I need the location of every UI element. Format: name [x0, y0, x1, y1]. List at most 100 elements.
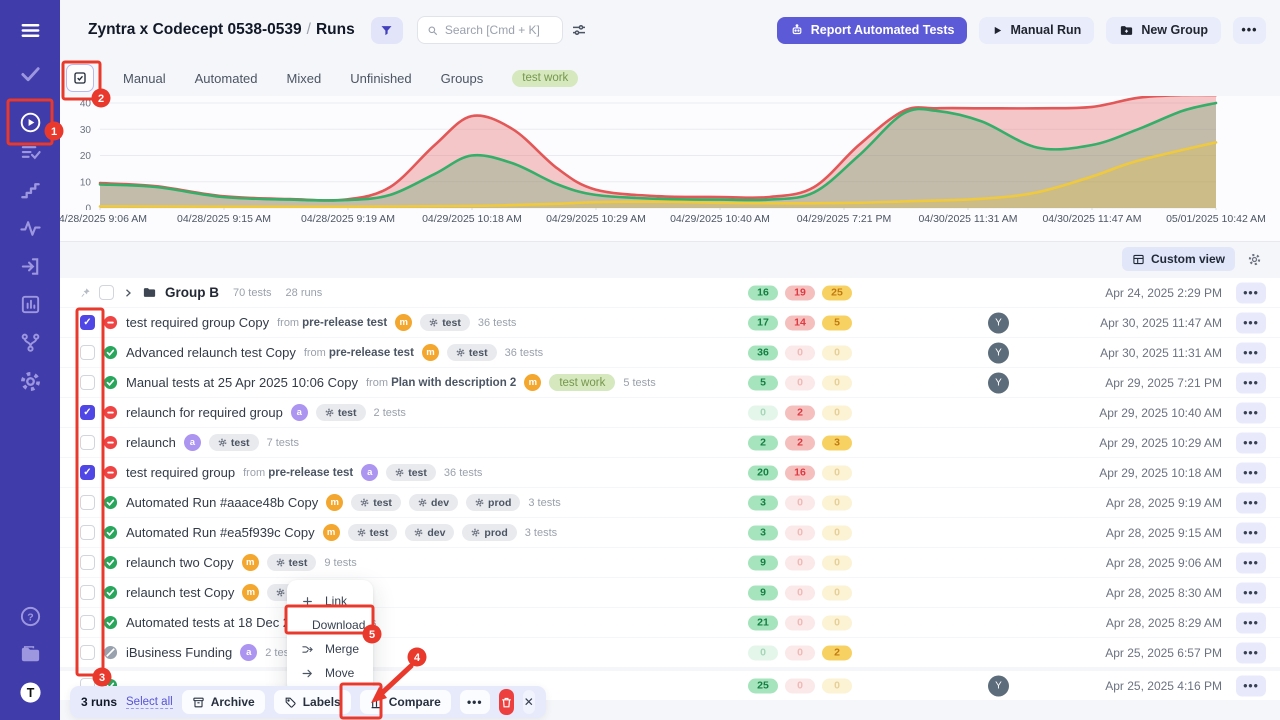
sidebar-item-list-check-icon[interactable] — [12, 134, 48, 170]
row-more-button[interactable]: ••• — [1236, 612, 1266, 633]
group-row[interactable]: Group B70 tests28 runs161925Apr 24, 2025… — [60, 278, 1280, 307]
table-row[interactable]: ✓test required groupfrom pre-release tes… — [60, 458, 1280, 487]
sidebar-item-gear-icon[interactable] — [12, 363, 48, 399]
tab-manual[interactable]: Manual — [123, 71, 166, 86]
row-checkbox[interactable] — [80, 345, 95, 360]
close-bulk-bar-button[interactable]: ✕ — [523, 690, 535, 714]
row-more-button[interactable]: ••• — [1236, 642, 1266, 663]
run-name[interactable]: relaunch test Copy — [126, 585, 234, 600]
sidebar-item-checkmark-icon[interactable] — [12, 55, 48, 91]
table-row[interactable]: relaunch test Copymtest900Apr 28, 2025 8… — [60, 578, 1280, 607]
row-checkbox[interactable] — [80, 555, 95, 570]
run-name[interactable]: Manual tests at 25 Apr 2025 10:06 Copy — [126, 375, 358, 390]
row-checkbox[interactable] — [80, 615, 95, 630]
row-more-button[interactable]: ••• — [1236, 492, 1266, 513]
tab-automated[interactable]: Automated — [195, 71, 258, 86]
bulk-more-button[interactable]: ••• — [460, 690, 490, 714]
run-name[interactable]: relaunch — [126, 435, 176, 450]
sidebar-item-login-box-icon[interactable] — [12, 248, 48, 284]
tab-groups[interactable]: Groups — [441, 71, 484, 86]
sidebar-item-menu-icon[interactable] — [12, 12, 48, 48]
row-checkbox[interactable]: ✓ — [80, 405, 95, 420]
filter-label-badge[interactable]: test work — [512, 70, 578, 87]
table-row[interactable]: Automated Run #aaace48b Copymtestdevprod… — [60, 488, 1280, 517]
run-name[interactable]: test required group — [126, 465, 235, 480]
table-row[interactable]: Advanced relaunch test Copyfrom pre-rele… — [60, 338, 1280, 367]
run-name[interactable]: iBusiness Funding — [126, 645, 232, 660]
select-all-checkbox-button[interactable] — [66, 64, 94, 92]
sidebar-item-folder-icon[interactable] — [12, 636, 48, 672]
sidebar-item-help-icon[interactable]: ? — [12, 598, 48, 634]
report-automated-tests-button[interactable]: Report Automated Tests — [777, 17, 968, 44]
sidebar-item-branch-icon[interactable] — [12, 324, 48, 360]
sidebar-item-avatar-t-logo[interactable]: T — [12, 674, 48, 710]
row-checkbox[interactable]: ✓ — [80, 315, 95, 330]
row-checkbox[interactable] — [80, 645, 95, 660]
assignee-avatar[interactable]: Y — [988, 372, 1009, 393]
display-settings-button[interactable] — [571, 16, 587, 44]
row-checkbox[interactable]: ✓ — [80, 465, 95, 480]
table-row[interactable]: iBusiness Fundinga2 tests002Apr 25, 2025… — [60, 638, 1280, 667]
run-name[interactable]: relaunch two Copy — [126, 555, 234, 570]
table-row[interactable]: Manual tests at 25 Apr 2025 10:06 Copyfr… — [60, 368, 1280, 397]
row-more-button[interactable]: ••• — [1236, 582, 1266, 603]
row-checkbox[interactable] — [80, 525, 95, 540]
row-checkbox[interactable] — [80, 435, 95, 450]
row-more-button[interactable]: ••• — [1236, 522, 1266, 543]
chevron-right-icon[interactable] — [122, 287, 134, 299]
assignee-avatar[interactable]: Y — [988, 675, 1009, 696]
row-more-button[interactable]: ••• — [1236, 372, 1266, 393]
header-more-button[interactable]: ••• — [1233, 17, 1266, 44]
table-row[interactable]: Automated tests at 18 Dec 2024 1221 test… — [60, 608, 1280, 637]
menu-item-merge[interactable]: Merge — [287, 637, 373, 661]
assignee-avatar[interactable]: Y — [988, 312, 1009, 333]
delete-button[interactable] — [499, 689, 514, 715]
select-all-link[interactable]: Select all — [126, 696, 173, 709]
row-checkbox[interactable] — [80, 495, 95, 510]
sidebar-item-chart-box-icon[interactable] — [12, 286, 48, 322]
row-more-button[interactable]: ••• — [1236, 282, 1266, 303]
tab-mixed[interactable]: Mixed — [287, 71, 322, 86]
new-group-button[interactable]: New Group — [1106, 17, 1221, 44]
search-input[interactable] — [445, 23, 553, 37]
row-more-button[interactable]: ••• — [1236, 342, 1266, 363]
run-name[interactable]: Automated Run #ea5f939c Copy — [126, 525, 315, 540]
menu-item-move[interactable]: Move — [287, 661, 373, 685]
row-more-button[interactable]: ••• — [1236, 312, 1266, 333]
row-checkbox[interactable] — [80, 585, 95, 600]
tab-unfinished[interactable]: Unfinished — [350, 71, 411, 86]
table-row[interactable]: ✓test required group Copyfrom pre-releas… — [60, 308, 1280, 337]
run-name[interactable]: Automated Run #aaace48b Copy — [126, 495, 318, 510]
checkbox-icon — [72, 70, 88, 86]
sidebar-item-steps-icon[interactable] — [12, 172, 48, 208]
table-row[interactable]: Automated Run #ea5f939c Copymtestdevprod… — [60, 518, 1280, 547]
labels-button[interactable]: Labels — [274, 690, 351, 714]
failed-count-badge: 0 — [785, 555, 815, 570]
assignee-avatar[interactable]: Y — [988, 342, 1009, 363]
group-runs-count: 28 runs — [286, 287, 323, 299]
table-settings-gear-icon[interactable] — [1247, 252, 1262, 267]
other-count-badge: 25 — [822, 285, 852, 300]
run-name[interactable]: Advanced relaunch test Copy — [126, 345, 296, 360]
sidebar-item-activity-icon[interactable] — [12, 210, 48, 246]
row-more-button[interactable]: ••• — [1236, 432, 1266, 453]
manual-run-button[interactable]: Manual Run — [979, 17, 1094, 44]
row-more-button[interactable]: ••• — [1236, 462, 1266, 483]
run-name[interactable]: test required group Copy — [126, 315, 269, 330]
compare-button[interactable]: Compare — [360, 690, 451, 714]
table-row[interactable]: relaunchatest7 tests223Apr 29, 2025 10:2… — [60, 428, 1280, 457]
row-more-button[interactable]: ••• — [1236, 552, 1266, 573]
row-more-button[interactable]: ••• — [1236, 402, 1266, 423]
menu-item-link[interactable]: Link — [287, 589, 373, 613]
menu-item-download[interactable]: Download — [287, 613, 373, 637]
archive-button[interactable]: Archive — [182, 690, 265, 714]
filter-button[interactable] — [371, 17, 403, 44]
custom-view-button[interactable]: Custom view — [1122, 247, 1235, 271]
environment-tag: test — [316, 404, 366, 421]
row-more-button[interactable]: ••• — [1236, 675, 1266, 696]
row-checkbox[interactable] — [80, 375, 95, 390]
table-row[interactable]: relaunch two Copymtest9 tests900Apr 28, … — [60, 548, 1280, 577]
table-row[interactable]: ✓relaunch for required groupatest2 tests… — [60, 398, 1280, 427]
run-name[interactable]: relaunch for required group — [126, 405, 283, 420]
group-checkbox[interactable] — [99, 285, 114, 300]
